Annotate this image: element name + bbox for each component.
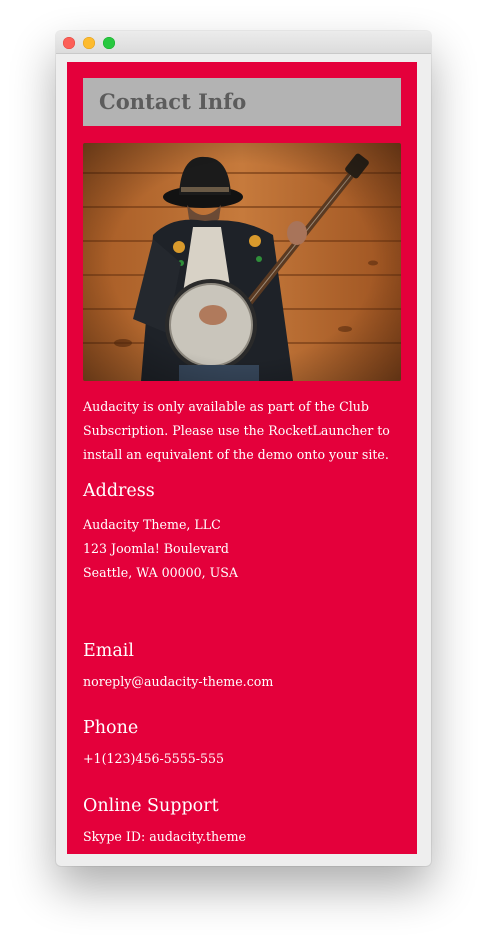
email-section: Email noreply@audacity-theme.com xyxy=(83,640,403,694)
contact-panel: Contact Info Audacity is only available … xyxy=(67,62,417,854)
support-heading: Online Support xyxy=(83,796,219,816)
window-titlebar xyxy=(56,31,431,54)
address-lines: Audacity Theme, LLC 123 Joomla! Boulevar… xyxy=(83,513,403,585)
phone-value: +1(123)456-5555-555 xyxy=(83,751,225,766)
page-title: Contact Info xyxy=(99,89,247,114)
close-window-icon[interactable] xyxy=(63,37,75,49)
address-line-company: Audacity Theme, LLC xyxy=(83,517,221,532)
minimize-window-icon[interactable] xyxy=(83,37,95,49)
email-heading: Email xyxy=(83,641,134,661)
support-section: Online Support Skype ID: audacity.theme xyxy=(83,795,403,849)
maximize-window-icon[interactable] xyxy=(103,37,115,49)
address-line-street: 123 Joomla! Boulevard xyxy=(83,541,229,556)
address-line-city: Seattle, WA 00000, USA xyxy=(83,565,239,580)
page-title-bar: Contact Info xyxy=(83,78,401,126)
phone-section: Phone +1(123)456-5555-555 xyxy=(83,717,403,771)
browser-window: Contact Info Audacity is only available … xyxy=(56,31,431,866)
phone-heading: Phone xyxy=(83,718,139,738)
email-link[interactable]: noreply@audacity-theme.com xyxy=(83,670,403,694)
address-section: Address Audacity Theme, LLC 123 Joomla! … xyxy=(83,480,403,585)
skype-id: Skype ID: audacity.theme xyxy=(83,829,247,844)
intro-paragraph: Audacity is only available as part of th… xyxy=(83,399,390,462)
address-heading: Address xyxy=(83,481,155,501)
banjo-player-photo xyxy=(83,143,401,381)
